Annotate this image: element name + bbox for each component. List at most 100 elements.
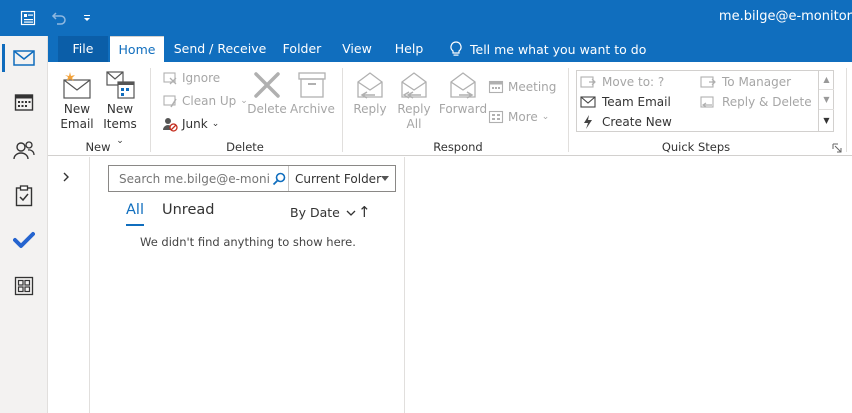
new-email-icon (58, 68, 96, 102)
archive-label: Archive (290, 102, 335, 116)
create-new-icon (584, 114, 592, 129)
app-bar (0, 36, 48, 413)
junk-button[interactable]: Junk ⌄ (162, 114, 219, 134)
search-input[interactable] (109, 166, 269, 191)
calendar-icon[interactable] (0, 80, 48, 124)
create-new-label: Create New (602, 114, 672, 129)
reading-pane (406, 157, 852, 413)
empty-message: We didn't find anything to show here. (140, 235, 356, 249)
more-apps-icon[interactable] (0, 264, 48, 308)
quick-step-move-to[interactable]: Move to: ? (580, 72, 664, 91)
delete-button[interactable]: Delete (246, 68, 288, 117)
reply-delete-icon (700, 95, 714, 108)
quick-step-create-new[interactable]: Create New (580, 112, 672, 131)
todo-icon[interactable] (0, 218, 48, 262)
search-scope-label: Current Folder (295, 171, 381, 186)
reply-label: Reply (353, 102, 387, 116)
filter-unread[interactable]: Unread (162, 202, 214, 218)
search-box: Current Folder (108, 165, 396, 192)
account-name[interactable]: me.bilge@e-monitor (719, 9, 852, 24)
archive-button[interactable]: Archive (290, 68, 335, 117)
ribbon: New Email New Items ⌄ New Ignore Clean U… (48, 62, 852, 156)
undo-icon[interactable] (50, 9, 68, 27)
ignore-button[interactable]: Ignore (162, 68, 220, 88)
tell-me-search[interactable]: Tell me what you want to do (450, 36, 646, 62)
reply-button[interactable]: Reply (350, 68, 390, 117)
gallery-expand-icon[interactable]: ▼ (819, 110, 834, 130)
group-divider (846, 68, 847, 152)
tasks-icon[interactable] (0, 174, 48, 218)
move-to-icon (580, 75, 596, 88)
to-manager-icon (700, 75, 716, 88)
scroll-down-icon[interactable]: ▼ (819, 90, 834, 110)
quick-step-to-manager[interactable]: To Manager (700, 72, 791, 91)
ignore-label: Ignore (182, 71, 221, 85)
reply-all-label-1: Reply (397, 102, 431, 116)
archive-icon (290, 68, 334, 102)
new-email-label-2: Email (60, 117, 94, 131)
tab-home[interactable]: Home (110, 36, 164, 62)
group-label-delete: Delete (226, 140, 264, 154)
forward-label: Forward (438, 102, 488, 116)
lightbulb-icon (450, 41, 462, 56)
group-divider (150, 68, 151, 152)
ribbon-tabs: File Home Send / Receive Folder View Hel… (48, 36, 852, 62)
tab-send-receive[interactable]: Send / Receive (172, 36, 268, 62)
tell-me-label: Tell me what you want to do (470, 41, 647, 57)
search-scope-dropdown[interactable]: Current Folder (288, 166, 395, 191)
sort-by-dropdown[interactable]: By Date (290, 205, 356, 220)
junk-icon (163, 118, 178, 132)
customize-toolbar-icon[interactable] (78, 9, 96, 27)
scroll-up-icon[interactable]: ▲ (819, 70, 834, 90)
ignore-icon (163, 72, 177, 85)
reply-all-label-2: All (406, 117, 422, 131)
sort-by-label: By Date (290, 205, 340, 220)
meeting-label: Meeting (508, 80, 557, 94)
more-respond-icon (488, 110, 504, 124)
meeting-button[interactable]: Meeting (488, 77, 556, 97)
chevron-down-icon: ⌄ (211, 119, 220, 129)
more-respond-button[interactable]: More ⌄ (488, 107, 549, 127)
reply-all-button[interactable]: Reply All (392, 68, 436, 132)
people-icon[interactable] (0, 128, 48, 172)
forward-icon (438, 68, 488, 102)
group-label-respond: Respond (433, 140, 483, 154)
move-to-label: Move to: ? (602, 74, 665, 89)
delete-label: Delete (247, 102, 287, 116)
forward-button[interactable]: Forward (438, 68, 488, 117)
tab-help[interactable]: Help (388, 36, 430, 62)
clean-up-label: Clean Up (182, 94, 237, 108)
tab-view[interactable]: View (336, 36, 378, 62)
group-divider (568, 68, 569, 152)
expand-folder-pane-icon[interactable] (62, 171, 70, 186)
reply-all-icon (392, 68, 436, 102)
folder-pane-collapsed (48, 157, 90, 413)
sort-direction-icon[interactable]: ↑ (358, 203, 371, 221)
dialog-launcher-icon[interactable] (832, 142, 842, 153)
window-menu-icon[interactable] (19, 9, 37, 27)
tab-folder[interactable]: Folder (276, 36, 328, 62)
quick-step-team-email[interactable]: Team Email (580, 92, 671, 111)
new-email-button[interactable]: New Email (58, 68, 96, 132)
team-email-label: Team Email (602, 94, 671, 109)
clean-up-icon (163, 95, 177, 108)
junk-label: Junk (182, 117, 208, 131)
new-items-label-1: New (106, 102, 134, 116)
group-divider (342, 68, 343, 152)
clean-up-button[interactable]: Clean Up ⌄ (162, 91, 248, 111)
chevron-down-icon (381, 176, 389, 181)
new-email-label-1: New (63, 102, 91, 116)
team-email-icon (580, 95, 596, 108)
more-respond-label: More (508, 110, 538, 124)
quick-step-reply-delete[interactable]: Reply & Delete (700, 92, 812, 111)
quick-steps-scroll[interactable]: ▲ ▼ ▼ (818, 70, 834, 132)
tab-file[interactable]: File (58, 36, 108, 62)
chevron-down-icon (346, 210, 356, 216)
new-items-button[interactable]: New Items ⌄ (98, 68, 142, 149)
search-icon[interactable] (269, 166, 288, 191)
filter-all[interactable]: All (126, 202, 144, 226)
mail-icon[interactable] (0, 36, 48, 80)
chevron-down-icon: ⌄ (541, 112, 550, 122)
delete-icon (246, 68, 288, 102)
group-label-quick-steps: Quick Steps (661, 140, 731, 154)
